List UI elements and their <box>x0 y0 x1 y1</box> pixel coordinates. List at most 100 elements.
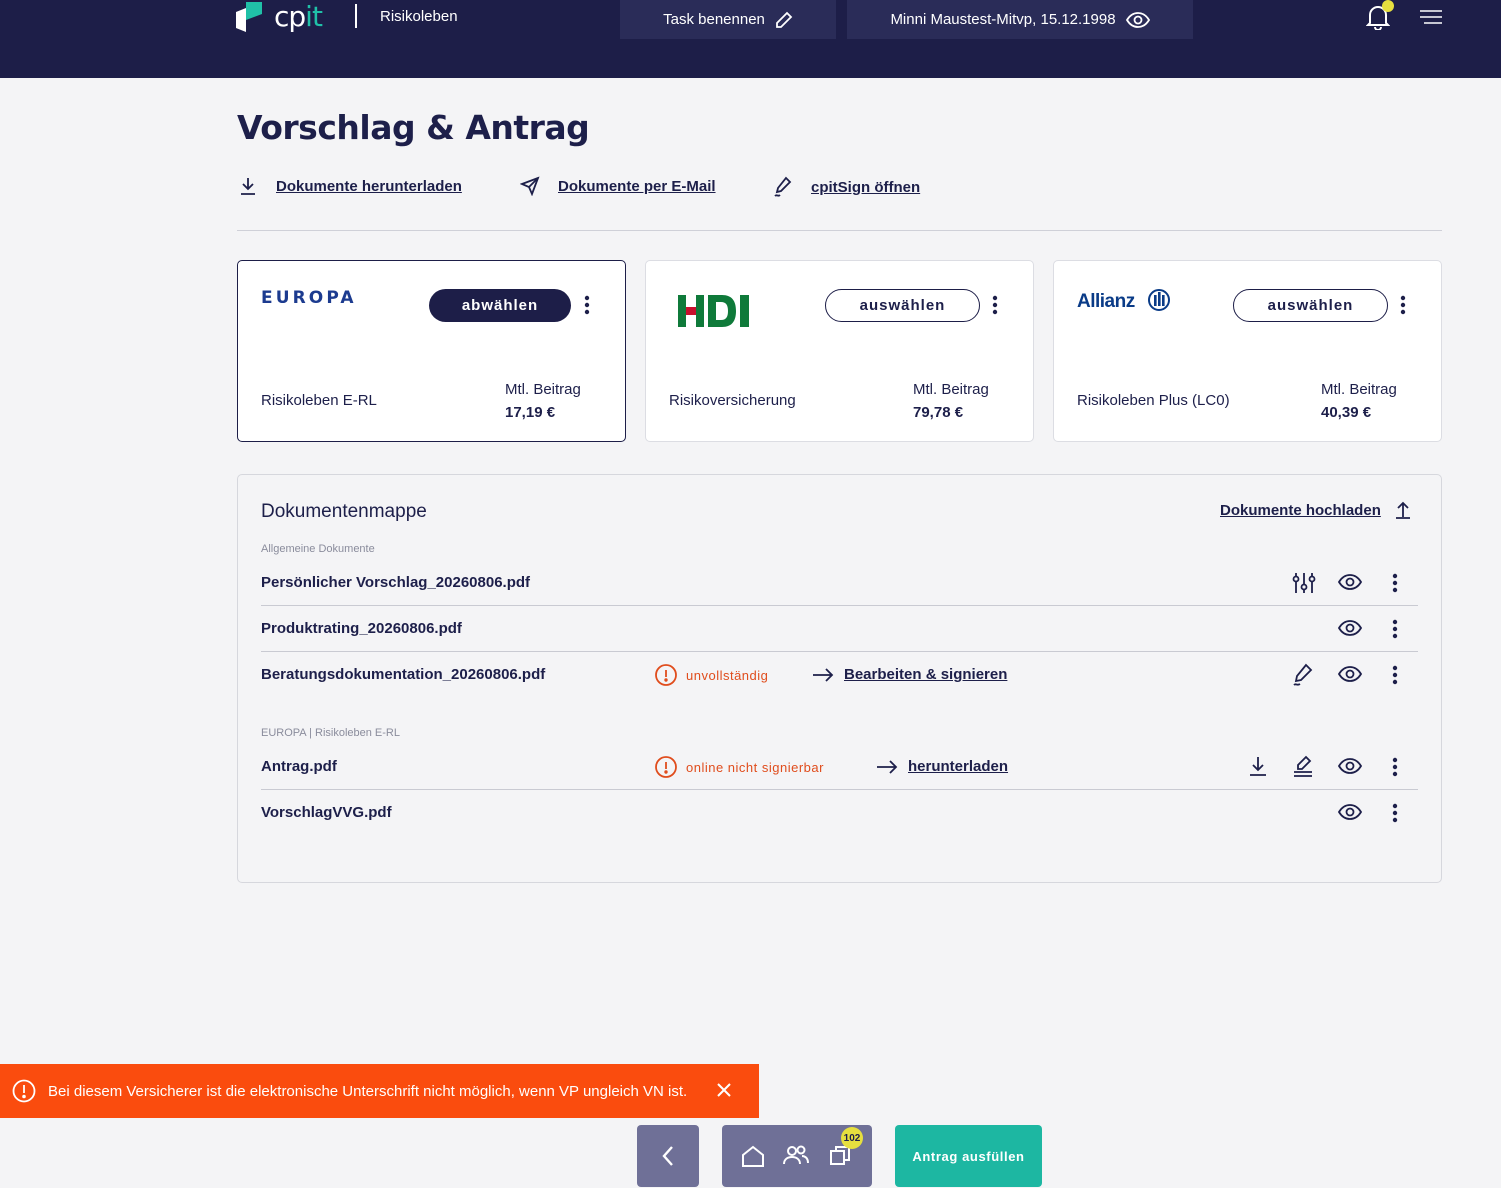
product-name: Risikoversicherung <box>669 392 796 409</box>
monthly-price: 79,78 € <box>913 404 964 421</box>
download-icon[interactable] <box>1248 755 1268 777</box>
cpit-logo-mark-icon <box>236 2 262 32</box>
eye-icon[interactable] <box>1338 620 1362 636</box>
eye-icon[interactable] <box>1338 666 1362 682</box>
task-rename-label: Task benennen <box>663 11 765 28</box>
svg-text:EUROPA: EUROPA <box>261 288 354 308</box>
more-options-icon[interactable] <box>1392 803 1398 823</box>
edit-sign-label: Bearbeiten & signieren <box>844 666 1008 683</box>
more-options-icon[interactable] <box>1392 573 1398 593</box>
task-rename-button[interactable]: Task benennen <box>620 0 836 39</box>
document-folder-title: Dokumentenmappe <box>261 501 427 522</box>
more-options-icon[interactable] <box>584 295 590 315</box>
document-name[interactable]: Persönlicher Vorschlag_20260806.pdf <box>261 560 530 606</box>
section-label-general: Allgemeine Dokumente <box>261 543 375 555</box>
document-row[interactable]: Antrag.pdf online nicht signierbar herun… <box>261 744 1418 790</box>
allianz-logo: Allianz <box>1077 287 1173 320</box>
email-documents-label: Dokumente per E-Mail <box>558 177 716 195</box>
sign-edit-icon[interactable] <box>1292 755 1314 777</box>
europa-logo: EUROPA <box>261 287 355 314</box>
document-row[interactable]: Produktrating_20260806.pdf <box>261 606 1418 652</box>
section-divider <box>237 230 1442 231</box>
document-status-label: online nicht signierbar <box>686 759 824 775</box>
page-title: Vorschlag & Antrag <box>237 108 590 147</box>
price-label: Mtl. Beitrag <box>505 381 581 398</box>
cpit-logo[interactable]: cpit <box>236 0 323 33</box>
hdi-logo <box>678 295 756 332</box>
document-status: online nicht signierbar <box>655 756 824 778</box>
person-info-button[interactable]: Minni Maustest-Mitvp, 15.12.1998 <box>847 0 1193 39</box>
more-options-icon[interactable] <box>1392 757 1398 777</box>
arrow-right-icon <box>813 668 834 682</box>
bottom-nav-group: 102 <box>722 1125 872 1187</box>
document-name[interactable]: Produktrating_20260806.pdf <box>261 606 462 652</box>
price-label: Mtl. Beitrag <box>1321 381 1397 398</box>
send-icon <box>520 176 540 196</box>
back-button[interactable] <box>637 1125 699 1187</box>
download-icon <box>241 178 255 195</box>
document-name[interactable]: Beratungsdokumentation_20260806.pdf <box>261 652 545 698</box>
document-name[interactable]: VorschlagVVG.pdf <box>261 790 392 836</box>
download-documents-link[interactable]: Dokumente herunterladen <box>238 176 462 196</box>
edit-sign-link[interactable]: Bearbeiten & signieren <box>812 652 1007 698</box>
document-row[interactable]: Persönlicher Vorschlag_20260806.pdf <box>261 560 1418 606</box>
document-name[interactable]: Antrag.pdf <box>261 744 337 790</box>
offer-card-hdi[interactable]: auswählen Risikoversicherung Mtl. Beitra… <box>645 260 1034 442</box>
info-alert-icon <box>12 1079 36 1103</box>
signature-pen-icon[interactable] <box>1292 663 1314 687</box>
section-label-europa: EUROPA | Risikoleben E-RL <box>261 727 400 739</box>
email-documents-link[interactable]: Dokumente per E-Mail <box>520 176 716 196</box>
header-separator <box>355 4 357 28</box>
signature-pen-icon <box>774 176 792 197</box>
document-status-label: unvollständig <box>686 667 769 683</box>
more-options-icon[interactable] <box>1400 295 1406 315</box>
eye-icon <box>1125 11 1150 28</box>
pencil-icon <box>775 11 793 28</box>
more-options-icon[interactable] <box>1392 619 1398 639</box>
offer-card-europa[interactable]: EUROPA abwählen Risikoleben E-RL Mtl. Be… <box>237 260 626 442</box>
home-icon[interactable] <box>741 1144 765 1168</box>
users-icon[interactable] <box>782 1144 810 1168</box>
eye-icon[interactable] <box>1338 758 1362 774</box>
logo-wordmark: cpit <box>274 0 323 33</box>
person-label: Minni Maustest-Mitvp, 15.12.1998 <box>890 11 1116 28</box>
svg-text:Allianz: Allianz <box>1077 291 1135 312</box>
count-badge: 102 <box>841 1127 863 1149</box>
offer-card-allianz[interactable]: Allianz auswählen Risikoleben Plus (LC0)… <box>1053 260 1442 442</box>
app-name: Risikoleben <box>380 8 458 25</box>
download-link[interactable]: herunterladen <box>876 744 1008 790</box>
more-options-icon[interactable] <box>1392 665 1398 685</box>
toast-message: Bei diesem Versicherer ist die elektroni… <box>48 1082 688 1100</box>
fill-application-button[interactable]: Antrag ausfüllen <box>895 1125 1042 1187</box>
download-label: herunterladen <box>908 758 1009 775</box>
notification-dot <box>1382 0 1394 12</box>
top-header: cpit Risikoleben Task benennen Minni Mau… <box>0 0 1501 78</box>
price-label: Mtl. Beitrag <box>913 381 989 398</box>
eye-icon[interactable] <box>1338 574 1362 590</box>
download-documents-label: Dokumente herunterladen <box>276 177 462 195</box>
error-toast: Bei diesem Versicherer ist die elektroni… <box>0 1064 759 1118</box>
upload-documents-link[interactable]: Dokumente hochladen <box>1220 501 1411 519</box>
more-options-icon[interactable] <box>992 295 998 315</box>
hamburger-menu-icon[interactable] <box>1419 9 1443 25</box>
deselect-button[interactable]: abwählen <box>429 289 571 322</box>
document-row[interactable]: VorschlagVVG.pdf <box>261 790 1418 836</box>
eye-icon[interactable] <box>1338 804 1362 820</box>
select-button[interactable]: auswählen <box>1233 289 1388 322</box>
monthly-price: 40,39 € <box>1321 404 1372 421</box>
upload-icon <box>1395 501 1410 519</box>
open-cpitsign-label: cpitSign öffnen <box>811 178 921 196</box>
document-folder-panel: Dokumentenmappe Dokumente hochladen Allg… <box>237 474 1442 883</box>
product-name: Risikoleben E-RL <box>261 392 377 409</box>
document-row[interactable]: Beratungsdokumentation_20260806.pdf unvo… <box>261 652 1418 698</box>
monthly-price: 17,19 € <box>505 404 556 421</box>
select-button[interactable]: auswählen <box>825 289 980 322</box>
info-alert-icon <box>655 756 677 778</box>
open-cpitsign-link[interactable]: cpitSign öffnen <box>773 176 920 198</box>
chevron-left-icon <box>662 1146 673 1166</box>
document-status: unvollständig <box>655 664 768 686</box>
arrow-right-icon <box>877 760 898 774</box>
upload-documents-label: Dokumente hochladen <box>1220 501 1381 519</box>
close-icon[interactable] <box>716 1082 732 1098</box>
sliders-icon[interactable] <box>1292 571 1316 595</box>
